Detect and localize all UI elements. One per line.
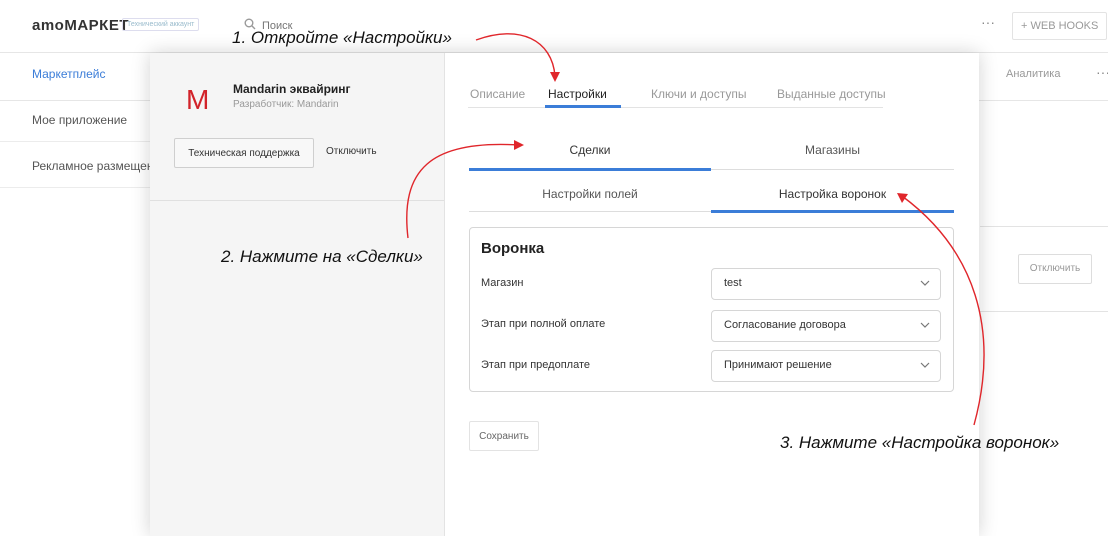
full-payment-stage-value: Согласование договора — [724, 319, 846, 331]
panel-title: Воронка — [481, 240, 545, 257]
deals-active-indicator — [469, 168, 711, 171]
store-select[interactable]: test — [711, 268, 941, 300]
app-developer: Разработчик: Mandarin — [233, 99, 339, 110]
sidebar-item-ads[interactable]: Рекламное размещение — [32, 159, 167, 173]
stores-underline — [711, 169, 954, 170]
tab-keys[interactable]: Ключи и доступы — [651, 87, 746, 101]
tab-stores[interactable]: Магазины — [711, 143, 954, 157]
modal-left-pane — [150, 53, 445, 536]
tabs-underline — [468, 107, 883, 108]
nav-analytics[interactable]: Аналитика — [1006, 68, 1060, 80]
left-pane-divider — [150, 200, 444, 201]
tab-issued-access[interactable]: Выданные доступы — [777, 87, 886, 101]
chevron-down-icon — [920, 362, 930, 368]
tab-funnel-settings[interactable]: Настройка воронок — [711, 187, 954, 201]
tab-field-settings[interactable]: Настройки полей — [469, 187, 711, 201]
annotation-step-1: 1. Откройте «Настройки» — [232, 28, 452, 47]
sidebar-divider — [0, 141, 150, 142]
background-disable-button[interactable]: Отключить — [1018, 254, 1092, 284]
store-label: Магазин — [481, 277, 524, 289]
save-button[interactable]: Сохранить — [469, 421, 539, 451]
annotation-step-3: 3. Нажмите «Настройка воронок» — [780, 433, 1060, 452]
webhooks-button[interactable]: + WEB HOOKS — [1012, 12, 1108, 40]
chevron-down-icon — [920, 322, 930, 328]
sidebar-item-my-app[interactable]: Мое приложение — [32, 113, 127, 127]
full-payment-label: Этап при полной оплате — [481, 318, 606, 330]
account-badge: Технический аккаунт — [122, 18, 200, 31]
prepayment-stage-value: Принимают решение — [724, 359, 832, 371]
store-select-value: test — [724, 277, 742, 289]
mandarin-logo: M — [186, 84, 210, 115]
app-name: Mandarin эквайринг — [233, 82, 351, 96]
fields-underline — [469, 211, 711, 212]
sidebar-divider — [0, 187, 150, 188]
disable-button[interactable]: Отключить — [326, 146, 377, 157]
tab-settings[interactable]: Настройки — [548, 87, 607, 101]
funnels-active-indicator — [711, 210, 954, 213]
prepayment-label: Этап при предоплате — [481, 359, 590, 371]
tab-active-indicator — [545, 105, 621, 108]
prepayment-stage-select[interactable]: Принимают решение — [711, 350, 941, 382]
tab-deals[interactable]: Сделки — [469, 143, 711, 157]
chevron-down-icon — [920, 280, 930, 286]
nav-marketplace[interactable]: Маркетплейс — [32, 67, 106, 81]
more-menu-icon[interactable]: ··· — [981, 14, 995, 30]
support-button[interactable]: Техническая поддержка — [174, 138, 314, 168]
nav-more-icon[interactable]: ··· — [1096, 64, 1108, 80]
annotation-step-2: 2. Нажмите на «Сделки» — [221, 247, 423, 266]
tab-description[interactable]: Описание — [470, 87, 525, 101]
full-payment-stage-select[interactable]: Согласование договора — [711, 310, 941, 342]
app-logo-text[interactable]: amoМАРКЕТ — [32, 17, 129, 34]
